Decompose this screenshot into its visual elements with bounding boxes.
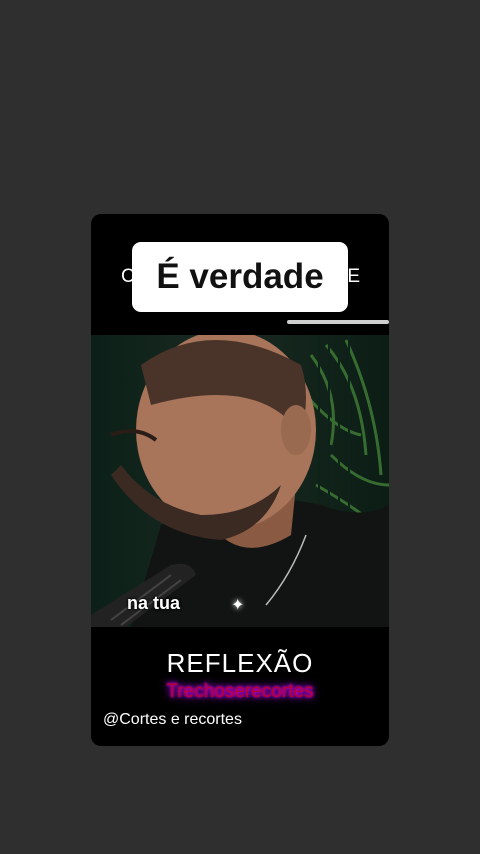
caption-word: na tua — [127, 593, 181, 613]
overlay-subtitle: Trechoserecortes — [166, 681, 314, 702]
caption-bubble: É verdade — [132, 242, 348, 312]
video-frame-illustration — [91, 335, 389, 627]
progress-bar — [287, 320, 389, 324]
sparkle-icon: ✦ — [231, 597, 245, 614]
background-title-right: E — [347, 266, 361, 287]
channel-handle[interactable]: @Cortes e recortes — [103, 711, 242, 729]
video-card[interactable]: C E na tua ✦ É verdade REFLEXÃO Trechose… — [91, 214, 389, 746]
video-frame[interactable]: na tua ✦ — [91, 335, 389, 627]
overlay-title: REFLEXÃO — [166, 648, 314, 678]
caption-bubble-text: É verdade — [156, 257, 324, 296]
